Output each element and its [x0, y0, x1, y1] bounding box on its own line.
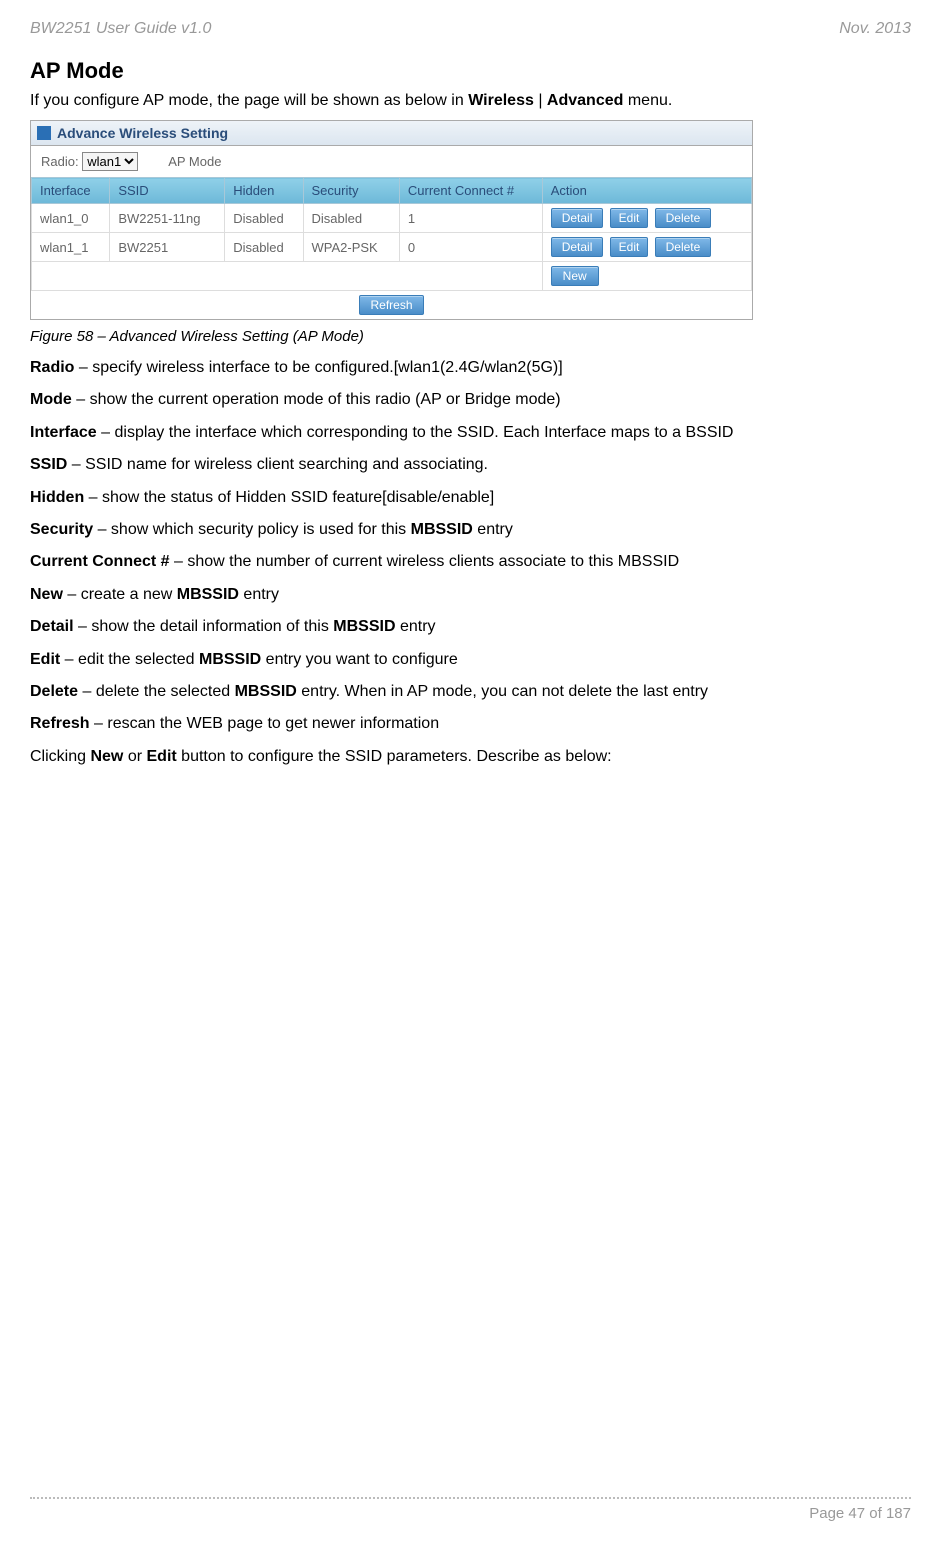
intro-prefix: If you configure AP mode, the page will … [30, 92, 468, 109]
cell-ssid: BW2251 [110, 233, 225, 262]
cell-security: WPA2-PSK [303, 233, 399, 262]
intro-bold2: Advanced [547, 92, 623, 109]
window-icon [37, 126, 51, 140]
page-number: Page 47 of 187 [30, 1505, 911, 1522]
col-security: Security [303, 178, 399, 204]
delete-button[interactable]: Delete [655, 208, 712, 228]
def-detail: Detail – show the detail information of … [30, 616, 911, 638]
cell-hidden: Disabled [225, 204, 303, 233]
table-row: wlan1_1 BW2251 Disabled WPA2-PSK 0 Detai… [32, 233, 752, 262]
def-delete: Delete – delete the selected MBSSID entr… [30, 681, 911, 703]
figure-caption: Figure 58 – Advanced Wireless Setting (A… [30, 328, 911, 345]
delete-button[interactable]: Delete [655, 237, 712, 257]
page-header: BW2251 User Guide v1.0 Nov. 2013 [30, 20, 911, 38]
col-action: Action [542, 178, 751, 204]
app-titlebar: Advance Wireless Setting [31, 121, 752, 146]
col-ssid: SSID [110, 178, 225, 204]
cell-connect: 0 [399, 233, 542, 262]
def-edit: Edit – edit the selected MBSSID entry yo… [30, 649, 911, 671]
def-refresh: Refresh – rescan the WEB page to get new… [30, 713, 911, 735]
radio-label: Radio: [41, 154, 79, 169]
doc-title: BW2251 User Guide v1.0 [30, 20, 211, 38]
def-interface: Interface – display the interface which … [30, 422, 911, 444]
def-new: New – create a new MBSSID entry [30, 584, 911, 606]
detail-button[interactable]: Detail [551, 237, 604, 257]
edit-button[interactable]: Edit [610, 237, 648, 257]
intro-sep: | [534, 92, 547, 109]
page-footer: Page 47 of 187 [30, 1497, 911, 1522]
col-interface: Interface [32, 178, 110, 204]
cell-connect: 1 [399, 204, 542, 233]
def-mode: Mode – show the current operation mode o… [30, 389, 911, 411]
table-header-row: Interface SSID Hidden Security Current C… [32, 178, 752, 204]
doc-date: Nov. 2013 [839, 20, 911, 38]
section-title: AP Mode [30, 58, 911, 84]
def-radio: Radio – specify wireless interface to be… [30, 357, 911, 379]
cell-security: Disabled [303, 204, 399, 233]
new-row: New [32, 262, 752, 291]
refresh-row: Refresh [31, 291, 752, 319]
col-hidden: Hidden [225, 178, 303, 204]
ssid-table: Interface SSID Hidden Security Current C… [31, 177, 752, 291]
cell-interface: wlan1_0 [32, 204, 110, 233]
closing-line: Clicking New or Edit button to configure… [30, 746, 911, 768]
def-current-connect: Current Connect # – show the number of c… [30, 551, 911, 573]
cell-interface: wlan1_1 [32, 233, 110, 262]
refresh-button[interactable]: Refresh [359, 295, 423, 315]
app-window: Advance Wireless Setting Radio: wlan1 AP… [30, 120, 753, 320]
def-hidden: Hidden – show the status of Hidden SSID … [30, 487, 911, 509]
mode-label: AP Mode [168, 154, 221, 169]
cell-action: Detail Edit Delete [542, 233, 751, 262]
intro-suffix: menu. [623, 92, 672, 109]
footer-divider [30, 1497, 911, 1499]
detail-button[interactable]: Detail [551, 208, 604, 228]
app-title: Advance Wireless Setting [57, 125, 228, 141]
cell-hidden: Disabled [225, 233, 303, 262]
radio-select[interactable]: wlan1 [82, 152, 138, 171]
table-row: wlan1_0 BW2251-11ng Disabled Disabled 1 … [32, 204, 752, 233]
cell-ssid: BW2251-11ng [110, 204, 225, 233]
intro-text: If you configure AP mode, the page will … [30, 92, 911, 110]
def-security: Security – show which security policy is… [30, 519, 911, 541]
new-button[interactable]: New [551, 266, 599, 286]
intro-bold1: Wireless [468, 92, 534, 109]
edit-button[interactable]: Edit [610, 208, 648, 228]
col-connect: Current Connect # [399, 178, 542, 204]
cell-action: Detail Edit Delete [542, 204, 751, 233]
def-ssid: SSID – SSID name for wireless client sea… [30, 454, 911, 476]
radio-row: Radio: wlan1 AP Mode [31, 146, 752, 177]
